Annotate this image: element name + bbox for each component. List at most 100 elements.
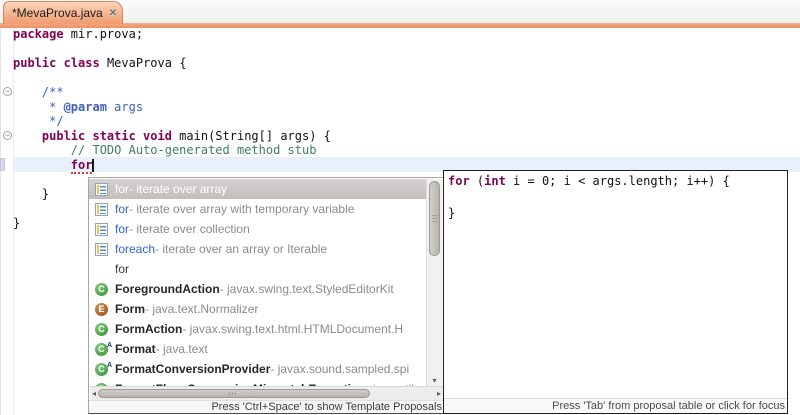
- code-segment: }: [448, 206, 455, 220]
- code-segment: for: [71, 158, 93, 174]
- code-segment: i = 0; i < args.length; i++) {: [506, 174, 730, 188]
- template-icon: [95, 183, 108, 196]
- fold-collapse-icon[interactable]: −: [3, 87, 12, 96]
- proposal-row[interactable]: C FormAction - javax.swing.text.html.HTML…: [89, 319, 427, 339]
- code-segment: *: [13, 100, 64, 114]
- code-line[interactable]: [13, 42, 331, 57]
- code-line[interactable]: * @param args: [13, 100, 331, 115]
- proposal-name: FormAction: [115, 322, 182, 336]
- proposal-status-message: Press 'Ctrl+Space' to show Template Prop…: [89, 400, 443, 413]
- proposal-description: - javax.swing.text.StyledEditorKit: [220, 282, 394, 296]
- proposal-description: - javax.swing.text.html.HTMLDocument.H: [182, 322, 403, 336]
- proposal-name: Form: [115, 302, 145, 316]
- content-assist-popup: for - iterate over arrayfor - iterate ov…: [88, 177, 444, 414]
- tab-title: *MevaProva.java: [12, 6, 103, 20]
- proposal-name: Format: [115, 342, 156, 356]
- code-line[interactable]: /**: [13, 85, 331, 100]
- proposal-name: ForegroundAction: [115, 282, 220, 296]
- proposal-vertical-scrollbar[interactable]: ▾: [426, 179, 442, 386]
- code-line[interactable]: // TODO Auto-generated method stub: [13, 143, 331, 158]
- abstract-badge: A: [107, 339, 112, 352]
- code-segment: public static void: [42, 129, 172, 143]
- proposal-description: - iterate over collection: [129, 222, 250, 236]
- close-icon[interactable]: ✕: [109, 8, 117, 19]
- template-icon: [95, 203, 108, 216]
- proposal-description: - iterate over an array or Iterable: [155, 242, 327, 256]
- proposal-row[interactable]: CA FormatConversionProvider - javax.sound…: [89, 359, 427, 379]
- code-segment: /**: [13, 85, 64, 99]
- enum-icon: E: [95, 303, 108, 316]
- code-line[interactable]: [448, 189, 730, 205]
- proposal-name: for: [115, 222, 129, 236]
- proposal-description: - java.text.Normalizer: [145, 302, 258, 316]
- proposal-name: for: [115, 182, 129, 196]
- proposal-row[interactable]: for - iterate over collection: [89, 219, 427, 239]
- proposal-description: - java.text: [156, 342, 208, 356]
- code-segment: class: [64, 56, 100, 70]
- proposal-description: - iterate over array: [129, 182, 227, 196]
- proposal-name: FormatConversionProvider: [115, 362, 270, 376]
- text-cursor: [92, 159, 94, 172]
- code-segment: public: [13, 56, 56, 70]
- eclipse-editor-window: *MevaProva.java ✕ − − package mir.prova;…: [0, 0, 800, 415]
- class-icon: C: [95, 283, 108, 296]
- preview-code-area: for (int i = 0; i < args.length; i++) {}: [448, 173, 730, 221]
- code-segment: [56, 56, 63, 70]
- code-segment: package: [13, 27, 64, 41]
- class-abstract-icon: CA: [95, 363, 108, 376]
- horizontal-scrollbar-thumb[interactable]: [98, 389, 370, 398]
- code-segment: mir.prova;: [64, 27, 143, 41]
- code-line[interactable]: [13, 71, 331, 86]
- code-segment: */: [13, 114, 64, 128]
- code-line[interactable]: public static void main(String[] args) {: [13, 129, 331, 144]
- proposal-row[interactable]: C ForegroundAction - javax.swing.text.Sty…: [89, 279, 427, 299]
- code-segment: main(String[] args) {: [172, 129, 331, 143]
- code-segment: int: [484, 174, 506, 188]
- annotation-marker: [0, 158, 5, 171]
- vertical-scrollbar-thumb[interactable]: [429, 181, 440, 256]
- proposal-row[interactable]: for: [89, 259, 427, 279]
- code-segment: [13, 143, 71, 157]
- proposal-name: for: [115, 202, 129, 216]
- proposal-horizontal-scrollbar[interactable]: ◂ ▸: [90, 386, 443, 400]
- proposal-preview-popup: for (int i = 0; i < args.length; i++) {}…: [443, 170, 788, 414]
- template-icon: [95, 243, 108, 256]
- code-segment: [13, 129, 42, 143]
- tab-mevaprova-java[interactable]: *MevaProva.java ✕: [3, 1, 123, 24]
- code-line[interactable]: package mir.prova;: [13, 27, 331, 42]
- proposal-description: - javax.sound.sampled.spi: [270, 362, 409, 376]
- class-icon: C: [95, 323, 108, 336]
- proposal-row[interactable]: for - iterate over array: [89, 179, 427, 199]
- class-abstract-icon: CA: [95, 343, 108, 356]
- code-segment: args: [107, 100, 143, 114]
- template-icon: [95, 223, 108, 236]
- code-segment: // TODO Auto-generated method stub: [71, 143, 317, 157]
- proposal-row[interactable]: CFormatFlagsConversionMismatchException …: [89, 379, 427, 386]
- code-segment: MevaProva {: [100, 56, 187, 70]
- code-line[interactable]: }: [448, 205, 730, 221]
- editor-left-edge: [0, 28, 1, 415]
- scroll-right-arrow-icon[interactable]: ▸: [437, 387, 441, 400]
- code-segment: }: [13, 216, 20, 230]
- code-line[interactable]: for: [13, 158, 331, 173]
- code-line[interactable]: for (int i = 0; i < args.length; i++) {: [448, 173, 730, 189]
- scroll-down-arrow-icon[interactable]: ▾: [427, 376, 442, 386]
- proposal-list: for - iterate over arrayfor - iterate ov…: [89, 179, 427, 386]
- proposal-row[interactable]: CA Format - java.text: [89, 339, 427, 359]
- proposal-row[interactable]: for - iterate over array with temporary …: [89, 199, 427, 219]
- code-line[interactable]: public class MevaProva {: [13, 56, 331, 71]
- proposal-row[interactable]: foreach - iterate over an array or Itera…: [89, 239, 427, 259]
- proposal-description: - iterate over array with temporary vari…: [129, 202, 354, 216]
- proposal-name: for: [115, 262, 129, 276]
- editor-tab-bar: *MevaProva.java ✕: [0, 0, 800, 28]
- abstract-badge: A: [107, 359, 112, 372]
- code-segment: }: [13, 187, 49, 201]
- proposal-row[interactable]: E Form - java.text.Normalizer: [89, 299, 427, 319]
- code-line[interactable]: */: [13, 114, 331, 129]
- code-segment: @param: [64, 100, 107, 114]
- code-segment: (: [470, 174, 484, 188]
- fold-collapse-icon[interactable]: −: [3, 131, 12, 140]
- code-segment: [13, 158, 71, 172]
- proposal-name: foreach: [115, 242, 155, 256]
- scroll-left-arrow-icon[interactable]: ◂: [92, 387, 96, 400]
